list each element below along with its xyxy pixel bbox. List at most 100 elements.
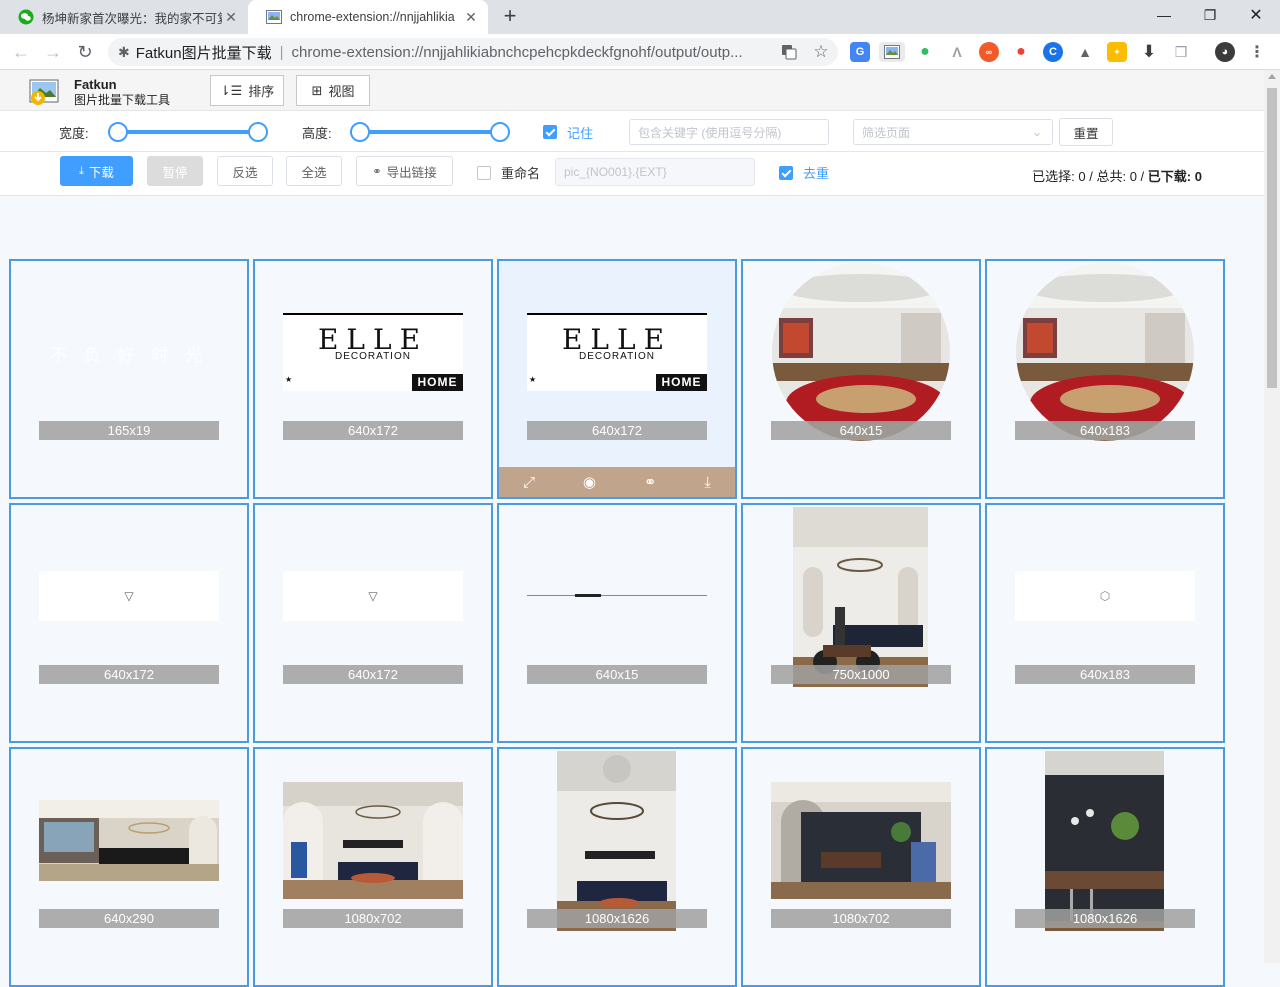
width-max-handle[interactable]: [248, 122, 268, 142]
profile-avatar[interactable]: ◕: [1215, 42, 1235, 62]
wide-room-image: [39, 800, 219, 881]
image-card[interactable]: 640x183: [985, 259, 1225, 499]
image-card[interactable]: 1080x702: [741, 747, 981, 987]
image-card[interactable]: 不 负 好 时 光 165x19: [9, 259, 249, 499]
tab-title: chrome-extension://nnjjahlikia: [290, 10, 455, 24]
dark-tall-room-image: [1045, 751, 1164, 931]
height-range-slider[interactable]: [350, 122, 510, 142]
image-card[interactable]: 1080x1626: [985, 747, 1225, 987]
new-tab-button[interactable]: +: [498, 5, 522, 29]
view-label: 视图: [328, 84, 355, 99]
expand-icon[interactable]: ⤢: [523, 474, 535, 491]
c-extension-icon[interactable]: C: [1043, 42, 1063, 62]
separator: |: [279, 43, 284, 61]
infinity-extension-icon[interactable]: ∞: [979, 42, 999, 62]
height-max-handle[interactable]: [490, 122, 510, 142]
menu-icon[interactable]: ⋮: [1247, 42, 1267, 62]
download-label: 下载: [88, 165, 114, 180]
image-size-label: 750x1000: [771, 665, 951, 684]
downloaded-count: 0: [1194, 169, 1202, 184]
image-size-label: 1080x1626: [1015, 909, 1195, 928]
restore-icon[interactable]: ❐: [1187, 0, 1233, 30]
tab-wechat-article[interactable]: 杨坤新家首次曝光：我的家不可复 ✕: [0, 0, 248, 34]
image-card[interactable]: ▽ 640x172: [253, 503, 493, 743]
width-range-slider[interactable]: [108, 122, 268, 142]
page-scrollbar[interactable]: [1264, 70, 1280, 963]
reload-icon[interactable]: ↻: [73, 40, 97, 64]
browser-toolbar: ← → ↻ ✱ Fatkun图片批量下载 | chrome-extension:…: [0, 34, 1280, 70]
circle-room-image: [771, 263, 951, 441]
back-icon[interactable]: ←: [9, 40, 33, 64]
translate-icon[interactable]: [779, 42, 799, 62]
invert-selection-button[interactable]: 反选: [217, 156, 273, 186]
rename-pattern-input[interactable]: pic_{NO001}.{EXT}: [555, 158, 755, 186]
bookmark-star-icon[interactable]: ☆: [811, 42, 831, 62]
forward-icon[interactable]: →: [41, 40, 65, 64]
image-size-label: 1080x1626: [527, 909, 707, 928]
image-size-label: 640x15: [527, 665, 707, 684]
wechat-icon: [18, 9, 34, 25]
image-card[interactable]: 1080x1626: [497, 747, 737, 987]
location-pin-icon[interactable]: ●: [1011, 42, 1031, 62]
image-size-label: 640x290: [39, 909, 219, 928]
remember-label: 记住: [567, 126, 594, 141]
image-card[interactable]: 640x290: [9, 747, 249, 987]
scrollbar-thumb[interactable]: [1267, 88, 1277, 388]
image-card[interactable]: ELLE DECORATION ★ HOME 640x172 ⤢ ◉ ⚭ ⤓: [497, 259, 737, 499]
dark-room-image: [771, 782, 951, 899]
height-min-handle[interactable]: [350, 122, 370, 142]
width-min-handle[interactable]: [108, 122, 128, 142]
url-text: chrome-extension://nnjjahlikiabnchcpehcp…: [291, 43, 743, 61]
keyword-input[interactable]: 包含关键字 (使用逗号分隔): [629, 119, 829, 145]
elle-sub: DECORATION: [335, 351, 411, 362]
scroll-up-arrow[interactable]: [1268, 74, 1276, 79]
fatkun-extension-icon[interactable]: [879, 42, 905, 62]
image-card[interactable]: ELLE DECORATION ★ HOME 640x172: [253, 259, 493, 499]
tampermonkey-icon[interactable]: ✦: [1107, 42, 1127, 62]
image-size-label: 640x183: [1015, 421, 1195, 440]
image-card[interactable]: 1080x702: [253, 747, 493, 987]
image-card[interactable]: ⬡ 640x183: [985, 503, 1225, 743]
image-card[interactable]: 640x15: [741, 259, 981, 499]
remember-checkbox[interactable]: [543, 125, 557, 139]
reset-button[interactable]: 重置: [1059, 118, 1113, 146]
sort-icon: ⇂☰: [219, 82, 243, 98]
fatkun-logo: [28, 76, 62, 106]
image-size-label: 1080x702: [283, 909, 463, 928]
sort-button[interactable]: ⇂☰ 排序: [210, 75, 284, 106]
dedupe-checkbox[interactable]: [779, 166, 793, 180]
a-extension-icon[interactable]: Λ: [947, 42, 967, 62]
tab-extension-output[interactable]: chrome-extension://nnjjahlikia ✕: [248, 0, 488, 34]
card-action-bar: ⤢ ◉ ⚭ ⤓: [499, 467, 735, 497]
translate-extension-icon[interactable]: G: [850, 42, 870, 62]
close-tab-icon[interactable]: ✕: [462, 9, 480, 26]
download-icon[interactable]: ⤓: [704, 474, 711, 491]
action-bar: ⤓ 下载 暂停 反选 全选 ⚭ 导出链接 重命名 pic_{NO001}.{EX…: [0, 152, 1264, 196]
image-size-label: 640x172: [39, 665, 219, 684]
close-window-icon[interactable]: ✕: [1233, 0, 1279, 30]
download-button[interactable]: ⤓ 下载: [60, 156, 133, 186]
minimize-icon[interactable]: —: [1141, 0, 1187, 30]
page-filter-select[interactable]: 筛选页面 ⌄: [853, 119, 1053, 145]
extensions-icon[interactable]: ❒: [1171, 42, 1191, 62]
triangle-icon: ▽: [39, 571, 219, 621]
drive-icon[interactable]: ▲: [1075, 42, 1095, 62]
home-badge: HOME: [412, 374, 463, 391]
rename-checkbox[interactable]: [477, 166, 491, 180]
extension-puzzle-icon: ✱: [118, 43, 130, 60]
close-tab-icon[interactable]: ✕: [222, 9, 240, 26]
filter-bar: 宽度: 高度: 记住 包含关键字 (使用逗号分隔) 筛选页面 ⌄ 重置: [0, 111, 1264, 152]
download-icon[interactable]: ⬇: [1139, 42, 1159, 62]
view-button[interactable]: ⊞ 视图: [296, 75, 370, 106]
pause-button[interactable]: 暂停: [147, 156, 203, 186]
weibo-icon[interactable]: ◉: [583, 473, 596, 491]
image-card[interactable]: 750x1000: [741, 503, 981, 743]
evernote-icon[interactable]: ●: [915, 42, 935, 62]
address-bar[interactable]: ✱ Fatkun图片批量下载 | chrome-extension://nnjj…: [108, 38, 838, 66]
select-all-button[interactable]: 全选: [286, 156, 342, 186]
link-icon[interactable]: ⚭: [644, 473, 657, 491]
image-card[interactable]: ▽ 640x172: [9, 503, 249, 743]
dedupe-label: 去重: [803, 166, 830, 181]
image-card[interactable]: 640x15: [497, 503, 737, 743]
export-links-button[interactable]: ⚭ 导出链接: [356, 156, 453, 186]
